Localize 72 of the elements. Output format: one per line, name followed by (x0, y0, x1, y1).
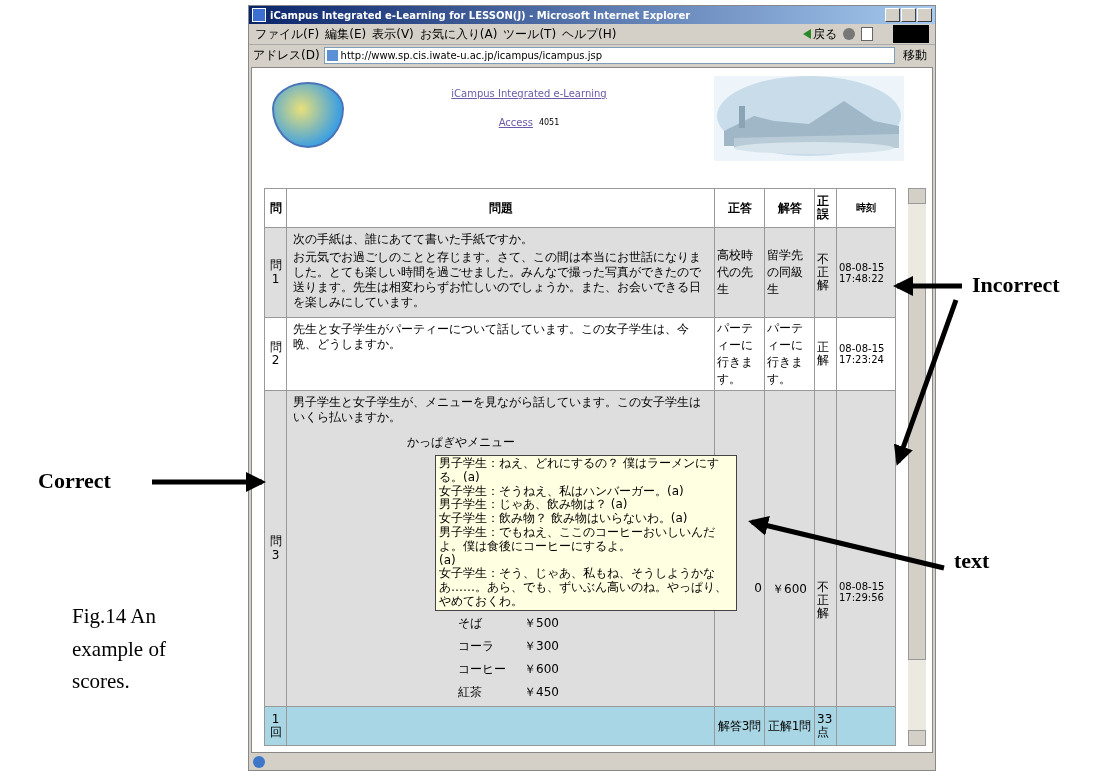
table-cell: 不正解 (815, 228, 837, 317)
table-cell: 不正解 (815, 391, 837, 706)
tooltip-text: 男子学生：ねえ、どれにするの？ 僕はラーメンにする。(a) (439, 457, 720, 485)
question-text: 次の手紙は、誰にあてて書いた手紙ですか。 (293, 232, 533, 247)
table-cell-text: 08-08-15 17:29:56 (838, 580, 886, 605)
globe-icon (253, 755, 265, 768)
menu-price: ￥450 (524, 683, 560, 701)
column-header: 正答 (715, 189, 765, 227)
menu-item[interactable]: ヘルプ(H) (562, 25, 617, 43)
browser-icon (252, 8, 266, 22)
table-cell: 問1 (265, 228, 287, 317)
table-cell: 33点 (815, 707, 837, 745)
table-cell: パーティーに行きます。 (715, 318, 765, 390)
column-header: 解答 (765, 189, 815, 227)
table-cell: ￥600 (765, 391, 815, 706)
tooltip-text: 男子学生：でもねえ、ここのコーヒーおいしいんだよ。僕は食後にコーヒーにするよ。 (439, 526, 716, 554)
annotation-label: Correct (38, 468, 111, 494)
tooltip-text: 女子学生：そうねえ、私はハンバーガー。(a) (439, 484, 685, 498)
tooltip-text: (a) (439, 553, 457, 567)
annotation-label: text (954, 548, 990, 574)
column-header: 問題 (287, 189, 715, 227)
table-cell-text: 08-08-15 17:23:24 (838, 342, 886, 367)
menu-item[interactable]: ファイル(F) (255, 25, 320, 43)
minimize-button[interactable] (885, 8, 900, 22)
tooltip-text: 男子学生：じゃあ、飲み物は？ (a) (439, 498, 629, 512)
menu-name: 紅茶 (458, 683, 483, 701)
back-button[interactable]: 戻る (803, 25, 837, 43)
address-label: アドレス(D) (253, 46, 320, 64)
menu-item[interactable]: 表示(V) (372, 25, 414, 43)
menu-item[interactable]: お気に入り(A) (419, 25, 498, 43)
close-button[interactable] (917, 8, 932, 22)
column-header: 問 (265, 189, 287, 227)
question-text: 男子学生と女子学生が、メニューを見ながら話しています。この女子学生はいくら払いますか。 (293, 395, 702, 425)
menu-name: そば (458, 614, 483, 632)
table-cell: 1回 (265, 707, 287, 745)
table-cell: 問2 (265, 318, 287, 390)
menu-name: コーラ (458, 637, 495, 655)
question-text: お元気でお過ごしのことと存じます。さて、この間は本当にお世話になりました。とても楽しい時間を過ごせました。みんなで撮った写真ができたので送ります。先生は相変わらずお忙しいのでしょうか。また、お会いできる日を楽しみにしています。 (293, 250, 702, 310)
title-link[interactable]: iCampus Integrated e-Learning (451, 88, 607, 99)
access-count: 4051 (538, 118, 560, 127)
menu-name: コーヒー (458, 660, 507, 678)
tooltip-text: 女子学生：飲み物？ 飲み物はいらないわ。(a) (439, 512, 689, 526)
page-icon (326, 49, 338, 61)
figure-caption: Fig.14 An example of scores. (72, 603, 167, 696)
tooltip-text: 女子学生：そう、じゃあ、私もね、そうしようかなあ……。あら、でも、ずいぶん高いのね。やっぱり、やめておくわ。 (439, 567, 728, 609)
menu-price: ￥500 (524, 614, 560, 632)
address-field[interactable]: http://www.sp.cis.iwate-u.ac.jp/icampus/icampus.jsp (323, 46, 895, 64)
scrollbar[interactable] (908, 188, 926, 746)
access-link[interactable]: Access (498, 117, 533, 128)
menu-title: かっぱぎやメニュー (406, 434, 515, 451)
table-cell: 高校時代の先生 (715, 228, 765, 317)
table-cell-text: 08-08-15 17:48:22 (838, 260, 886, 286)
annotation-label: Incorrect (972, 272, 1060, 298)
go-button[interactable]: 移動 (899, 46, 931, 64)
table-cell: 正解 (815, 318, 837, 390)
menu-item[interactable]: 編集(E) (325, 25, 367, 43)
table-cell: 問3 (265, 391, 287, 706)
menu-item[interactable]: ツール(T) (503, 25, 557, 43)
back-arrow-icon (803, 29, 811, 39)
menu-price: ￥300 (524, 637, 560, 655)
table-cell: 留学先の同級生 (765, 228, 815, 317)
table-cell: パーティーに行きます。 (765, 318, 815, 390)
column-header: 正誤 (815, 189, 837, 227)
refresh-icon[interactable] (843, 28, 855, 40)
maximize-button[interactable] (901, 8, 916, 22)
window-title: iCampus Integrated e-Learning for LESSON(J) - Microsoft Internet Explorer (270, 9, 692, 21)
table-cell: 正解1問 (765, 707, 815, 745)
table-cell: 解答3問 (715, 707, 765, 745)
menu-price: ￥600 (524, 660, 560, 678)
question-text: 先生と女子学生がパーティーについて話しています。この女子学生は、今晩、どうしますか。 (293, 322, 690, 352)
arrow (893, 276, 962, 296)
column-header: 時刻 (855, 201, 877, 215)
